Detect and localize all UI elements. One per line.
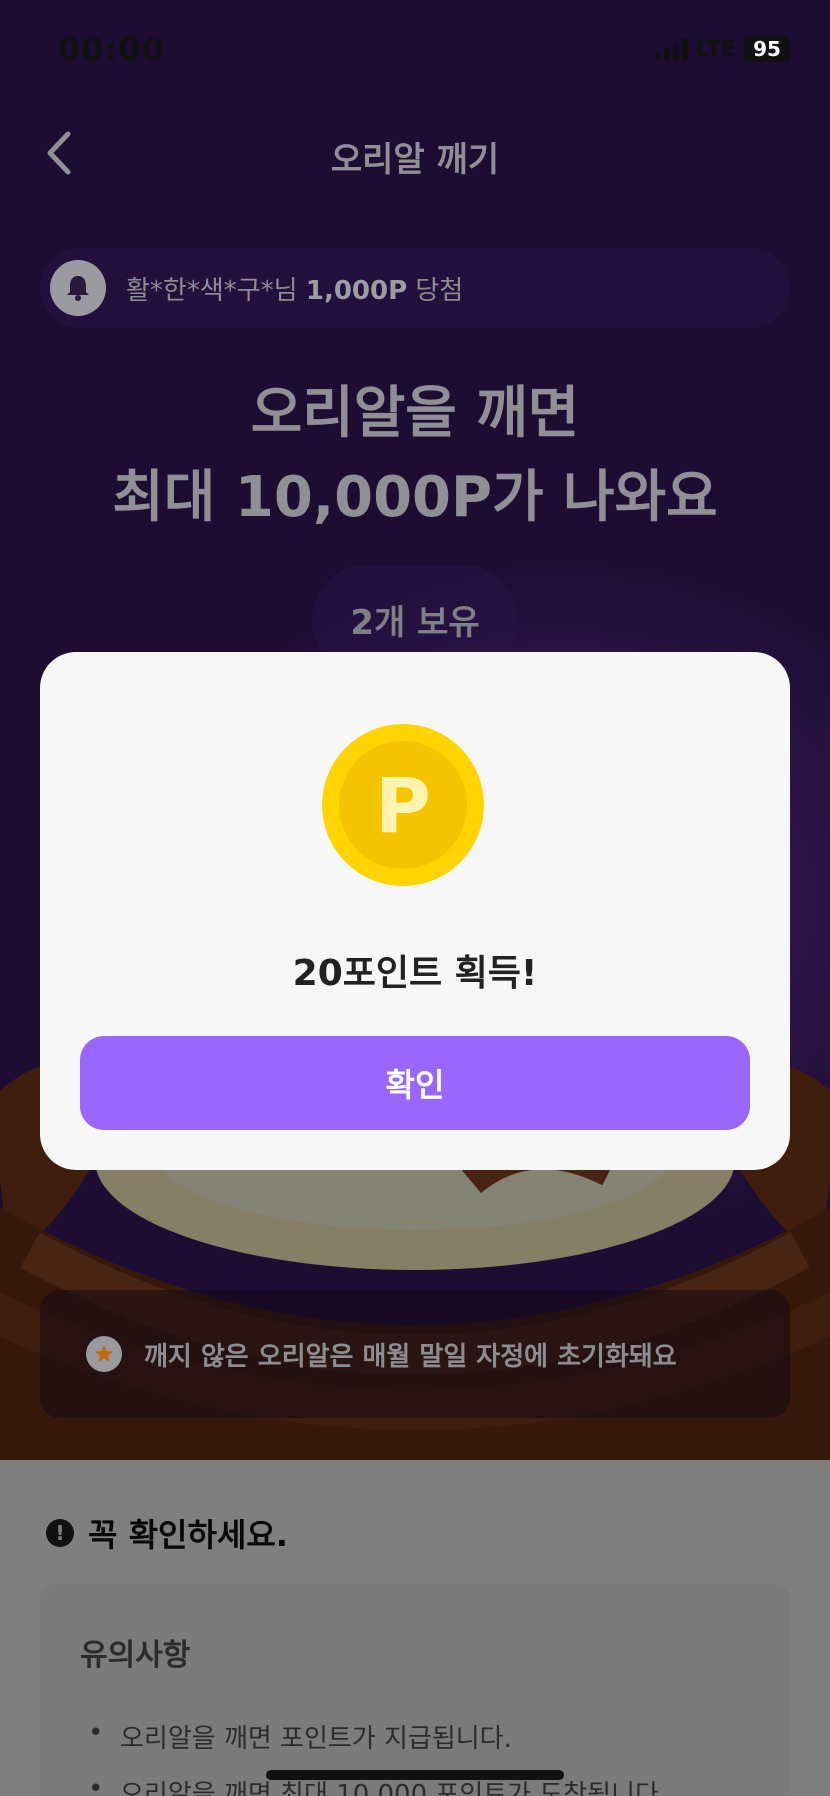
bottom-overlay — [0, 1460, 830, 1796]
screen: 00:00 LTE 95 오리알 깨기 활*한*색*구*님 1,000P 당첨 … — [0, 0, 830, 1796]
star-icon — [86, 1336, 122, 1372]
bell-icon — [50, 260, 106, 316]
headline-line1: 오리알을 깨면 — [250, 381, 580, 446]
coin-letter: P — [375, 761, 431, 850]
reward-message: 20포인트 획득! — [292, 953, 538, 994]
point-coin-icon: P — [322, 724, 484, 886]
page-title: 오리알 깨기 — [330, 140, 500, 180]
signal-icon — [654, 38, 688, 60]
reward-modal: P 20포인트 획득! 확인 — [40, 652, 790, 1170]
battery-indicator: 95 — [744, 36, 790, 62]
headline: 오리알을 깨면 최대 10,000P가 나와요 — [0, 372, 830, 540]
winner-ticker: 활*한*색*구*님 1,000P 당첨 — [40, 248, 790, 328]
network-label: LTE — [695, 36, 736, 62]
headline-line2: 최대 10,000P가 나와요 — [112, 465, 718, 530]
home-indicator — [266, 1770, 564, 1780]
status-time: 00:00 — [58, 30, 165, 68]
confirm-button[interactable]: 확인 — [80, 1036, 750, 1130]
status-indicators: LTE 95 — [654, 36, 790, 62]
ticker-text: 활*한*색*구*님 1,000P 당첨 — [126, 275, 464, 306]
reset-notice: 깨지 않은 오리알은 매월 말일 자정에 초기화돼요 — [40, 1290, 790, 1418]
notice-text: 깨지 않은 오리알은 매월 말일 자정에 초기화돼요 — [144, 1341, 677, 1372]
